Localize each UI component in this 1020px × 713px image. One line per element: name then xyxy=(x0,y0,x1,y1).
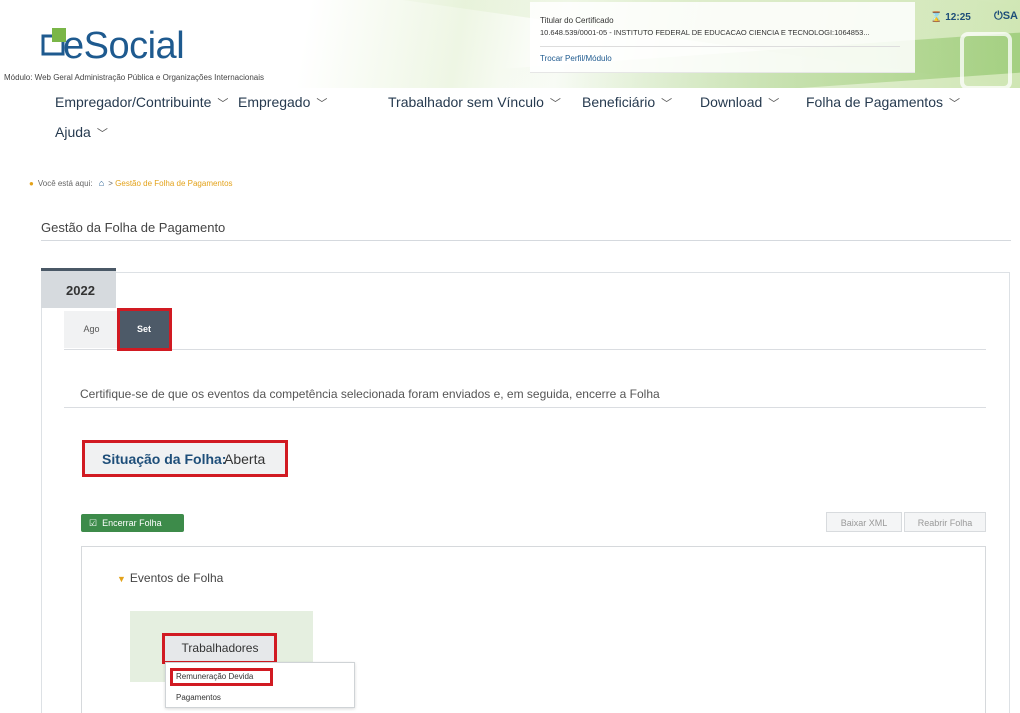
breadcrumb-prefix: Você está aqui: xyxy=(37,179,93,188)
breadcrumb: ● Você está aqui: ⌂ > Gestão de Folha de P… xyxy=(29,178,233,188)
divider xyxy=(41,240,1011,241)
events-toggle[interactable]: ▼ Eventos de Folha xyxy=(117,571,223,585)
home-icon[interactable]: ⌂ xyxy=(99,178,104,188)
close-payroll-button[interactable]: ☑ Encerrar Folha xyxy=(81,514,184,532)
check-square-icon: ☑ xyxy=(89,518,98,528)
caret-down-icon: ▼ xyxy=(117,574,126,584)
logo-text: eSocial xyxy=(63,25,185,67)
header-decoration xyxy=(960,32,1012,88)
instruction-text: Certifique-se de que os eventos da compe… xyxy=(80,387,660,401)
status-label: Situação da Folha: xyxy=(102,451,227,467)
logout-label: SA xyxy=(1002,10,1018,22)
menu-download[interactable]: Download ﹀ xyxy=(700,94,779,111)
tab-year-2022[interactable]: 2022 xyxy=(41,268,116,308)
menu-label: Empregador/Contribuinte xyxy=(55,94,212,110)
menu-item-remuneracao-devida[interactable]: Remuneração Devida xyxy=(176,672,253,681)
tab-month-ago[interactable]: Ago xyxy=(64,311,119,348)
chevron-down-icon: ﹀ xyxy=(316,98,328,110)
chevron-down-icon: ﹀ xyxy=(549,98,561,110)
session-time: 12:25 xyxy=(945,12,971,23)
certificate-holder: 10.648.539/0001-05 - INSTITUTO FEDERAL D… xyxy=(540,28,870,37)
divider xyxy=(540,46,900,47)
bullet-icon: ● xyxy=(29,179,34,188)
menu-label: Download xyxy=(700,94,763,110)
menu-folha-de-pagamentos[interactable]: Folha de Pagamentos ﹀ xyxy=(806,94,960,111)
chevron-down-icon: ﹀ xyxy=(768,98,780,110)
tab-month-set[interactable]: Set xyxy=(119,311,169,348)
menu-label: Ajuda xyxy=(55,124,91,140)
menu-empregado[interactable]: Empregado ﹀ xyxy=(238,94,327,111)
certificate-panel: Titular do Certificado 10.648.539/0001-0… xyxy=(530,2,915,73)
chevron-down-icon: ﹀ xyxy=(217,98,229,110)
session-area: ⌛ 12:25 ⏻SA xyxy=(920,0,1020,88)
module-label: Módulo: Web Geral Administração Pública … xyxy=(4,73,264,82)
workers-dropdown: Remuneração Devida Pagamentos xyxy=(165,662,355,708)
tab-label: 2022 xyxy=(66,283,95,298)
download-xml-button[interactable]: Baixar XML xyxy=(826,512,902,532)
menu-item-pagamentos[interactable]: Pagamentos xyxy=(176,693,221,702)
divider xyxy=(64,407,986,408)
main-menu: Empregador/Contribuinte ﹀ Empregado ﹀ Trab… xyxy=(0,88,1020,154)
breadcrumb-current[interactable]: Gestão de Folha de Pagamentos xyxy=(115,179,232,188)
certificate-title: Titular do Certificado xyxy=(540,16,614,25)
logout-button[interactable]: ⏻SA xyxy=(994,10,1018,23)
menu-label: Folha de Pagamentos xyxy=(806,94,943,110)
menu-beneficiario[interactable]: Beneficiário ﹀ xyxy=(582,94,672,111)
payroll-status: Situação da Folha: Aberta xyxy=(82,440,288,477)
app-header: eSocial Módulo: Web Geral Administração … xyxy=(0,0,1020,88)
power-icon: ⏻ xyxy=(994,10,1003,22)
menu-label: Empregado xyxy=(238,94,311,110)
hourglass-icon: ⌛ xyxy=(930,12,943,23)
chevron-down-icon: ﹀ xyxy=(661,98,673,110)
month-tabs: Ago Set xyxy=(64,311,986,350)
events-title: Eventos de Folha xyxy=(129,571,224,585)
session-timer: ⌛ 12:25 xyxy=(930,12,971,23)
menu-empregador[interactable]: Empregador/Contribuinte ﹀ xyxy=(55,94,228,111)
chevron-down-icon: ﹀ xyxy=(96,128,108,140)
switch-profile-link[interactable]: Trocar Perfil/Módulo xyxy=(540,54,612,63)
page-title: Gestão da Folha de Pagamento xyxy=(41,220,226,235)
button-label: Encerrar Folha xyxy=(102,518,162,528)
status-value: Aberta xyxy=(224,451,266,467)
menu-ajuda[interactable]: Ajuda ﹀ xyxy=(55,124,108,141)
menu-label: Beneficiário xyxy=(582,94,656,110)
reopen-payroll-button[interactable]: Reabrir Folha xyxy=(904,512,986,532)
workers-button[interactable]: Trabalhadores xyxy=(165,634,275,662)
chevron-down-icon: ﹀ xyxy=(948,98,960,110)
menu-label: Trabalhador sem Vínculo xyxy=(388,94,544,110)
menu-trabalhador-sem-vinculo[interactable]: Trabalhador sem Vínculo ﹀ xyxy=(388,94,561,111)
